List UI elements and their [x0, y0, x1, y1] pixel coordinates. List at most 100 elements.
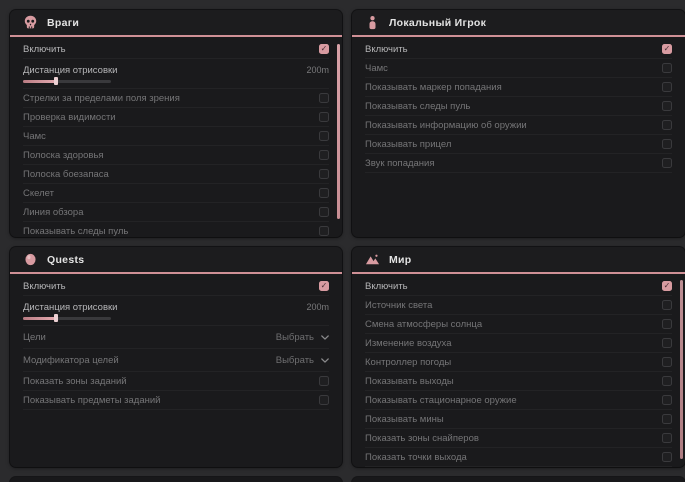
toggle-row: Показывать следы пуль	[23, 222, 329, 237]
checkbox[interactable]	[319, 131, 329, 141]
toggle-row: Включить✓	[23, 40, 329, 59]
panel-enemies-body: Включить✓ Дистанция отрисовки 200m Стрелки …	[10, 37, 342, 237]
setting-label: Проверка видимости	[23, 112, 116, 123]
toggle-row: Показывать выходы	[365, 372, 672, 391]
checkbox[interactable]	[662, 300, 672, 310]
toggle-row: Изменение воздуха	[365, 334, 672, 353]
next-panel-cutoff-right	[352, 477, 685, 482]
panel-title: Враги	[47, 17, 79, 29]
checkbox[interactable]: ✓	[319, 281, 329, 291]
setting-label: Показывать выходы	[365, 376, 454, 387]
checkbox[interactable]	[662, 101, 672, 111]
toggle-row: Включить ✓	[365, 277, 672, 296]
checkbox[interactable]	[662, 433, 672, 443]
select-row: Цели Выбрать	[23, 326, 329, 349]
checkbox[interactable]	[662, 338, 672, 348]
toggle-row: Показывать предметы заданий	[23, 391, 329, 410]
checkbox[interactable]	[319, 93, 329, 103]
checkbox[interactable]	[662, 82, 672, 92]
slider-row: Дистанция отрисовки 200m	[23, 59, 329, 89]
checkbox[interactable]	[662, 139, 672, 149]
checkbox[interactable]	[319, 188, 329, 198]
toggle-row: Полоска здоровья	[23, 146, 329, 165]
slider-track[interactable]	[23, 80, 111, 83]
panel-local-player-header: Локальный Игрок	[352, 10, 685, 37]
setting-label: Стрелки за пределами поля зрения	[23, 93, 180, 104]
checkbox[interactable]	[662, 452, 672, 462]
setting-label: Показать зоны заданий	[23, 376, 127, 387]
slider-value: 200m	[306, 302, 329, 312]
slider-handle[interactable]	[54, 77, 58, 85]
setting-label: Включить	[365, 281, 408, 292]
checkbox[interactable]: ✓	[319, 44, 329, 54]
chevron-down-icon	[321, 335, 329, 340]
checkbox[interactable]: ✓	[662, 44, 672, 54]
scrollbar[interactable]	[337, 44, 340, 219]
scrollbar[interactable]	[680, 280, 683, 459]
setting-label: Линия обзора	[23, 207, 84, 218]
checkbox[interactable]	[319, 169, 329, 179]
toggle-row: Показывать мины	[365, 410, 672, 429]
skull-icon	[23, 15, 38, 30]
checkbox[interactable]	[662, 158, 672, 168]
panel-local-player-body: Включить ✓ Чамс Показывать маркер попадания…	[352, 37, 685, 173]
setting-label: Включить	[365, 44, 408, 55]
dropdown[interactable]: Выбрать	[276, 355, 329, 366]
dropdown[interactable]: Выбрать	[276, 332, 329, 343]
slider-fill	[23, 80, 56, 83]
setting-label: Звук попадания	[365, 158, 435, 169]
panel-quests: Quests Включить✓Дистанция отрисовки200mЦ…	[10, 247, 342, 467]
checkbox[interactable]	[319, 376, 329, 386]
setting-label: Чамс	[23, 131, 46, 142]
panel-enemies-header: Враги	[10, 10, 342, 37]
toggle-row: Контроллер погоды	[365, 353, 672, 372]
checkbox[interactable]	[662, 414, 672, 424]
checkbox[interactable]	[662, 120, 672, 130]
setting-label: Включить	[23, 281, 66, 292]
checkbox[interactable]: ✓	[662, 281, 672, 291]
checkbox[interactable]	[662, 395, 672, 405]
slider-handle[interactable]	[54, 314, 58, 322]
toggle-row: Показывать прицел	[365, 135, 672, 154]
checkbox[interactable]	[319, 395, 329, 405]
checkbox[interactable]	[319, 150, 329, 160]
setting-label: Контроллер погоды	[365, 357, 451, 368]
toggle-row: Показывать информацию об оружии	[365, 116, 672, 135]
slider-value: 200m	[306, 65, 329, 75]
checkbox[interactable]	[662, 319, 672, 329]
toggle-row: Показывать маркер попадания	[365, 78, 672, 97]
panel-world: Мир Включить ✓ Источник светаСмена атмосфе…	[352, 247, 685, 467]
toggle-row: Источник света	[365, 296, 672, 315]
checkbox[interactable]	[319, 207, 329, 217]
dropdown-value: Выбрать	[276, 355, 314, 366]
panel-title: Мир	[389, 254, 412, 266]
toggle-row: Звук попадания	[365, 154, 672, 173]
setting-label: Цели	[23, 332, 46, 343]
setting-label: Модификатора целей	[23, 355, 119, 366]
toggle-row: Чамс	[23, 127, 329, 146]
toggle-row: Показать зоны заданий	[23, 372, 329, 391]
person-icon	[365, 15, 380, 30]
checkbox[interactable]	[662, 63, 672, 73]
setting-label: Скелет	[23, 188, 54, 199]
panel-quests-header: Quests	[10, 247, 342, 274]
setting-label: Чамс	[365, 63, 388, 74]
toggle-row: Проверка видимости	[23, 108, 329, 127]
checkbox[interactable]	[319, 226, 329, 236]
checkbox[interactable]	[662, 376, 672, 386]
toggle-row: Смена атмосферы солнца	[365, 315, 672, 334]
setting-label: Показывать стационарное оружие	[365, 395, 517, 406]
slider-label: Дистанция отрисовки	[23, 65, 117, 76]
setting-label: Показывать следы пуль	[23, 226, 128, 237]
setting-label: Показывать информацию об оружии	[365, 120, 527, 131]
circle-icon	[23, 252, 38, 267]
setting-label: Показывать маркер попадания	[365, 82, 502, 93]
checkbox[interactable]	[319, 112, 329, 122]
setting-label: Показать зоны снайперов	[365, 433, 479, 444]
slider-fill	[23, 317, 56, 320]
slider-row: Дистанция отрисовки200m	[23, 296, 329, 326]
panel-quests-body: Включить ✓ Дистанция отрисовки200m Цели Выбр…	[10, 274, 342, 410]
checkbox[interactable]	[662, 357, 672, 367]
slider-track[interactable]	[23, 317, 111, 320]
toggle-row: Показывать стационарное оружие	[365, 391, 672, 410]
